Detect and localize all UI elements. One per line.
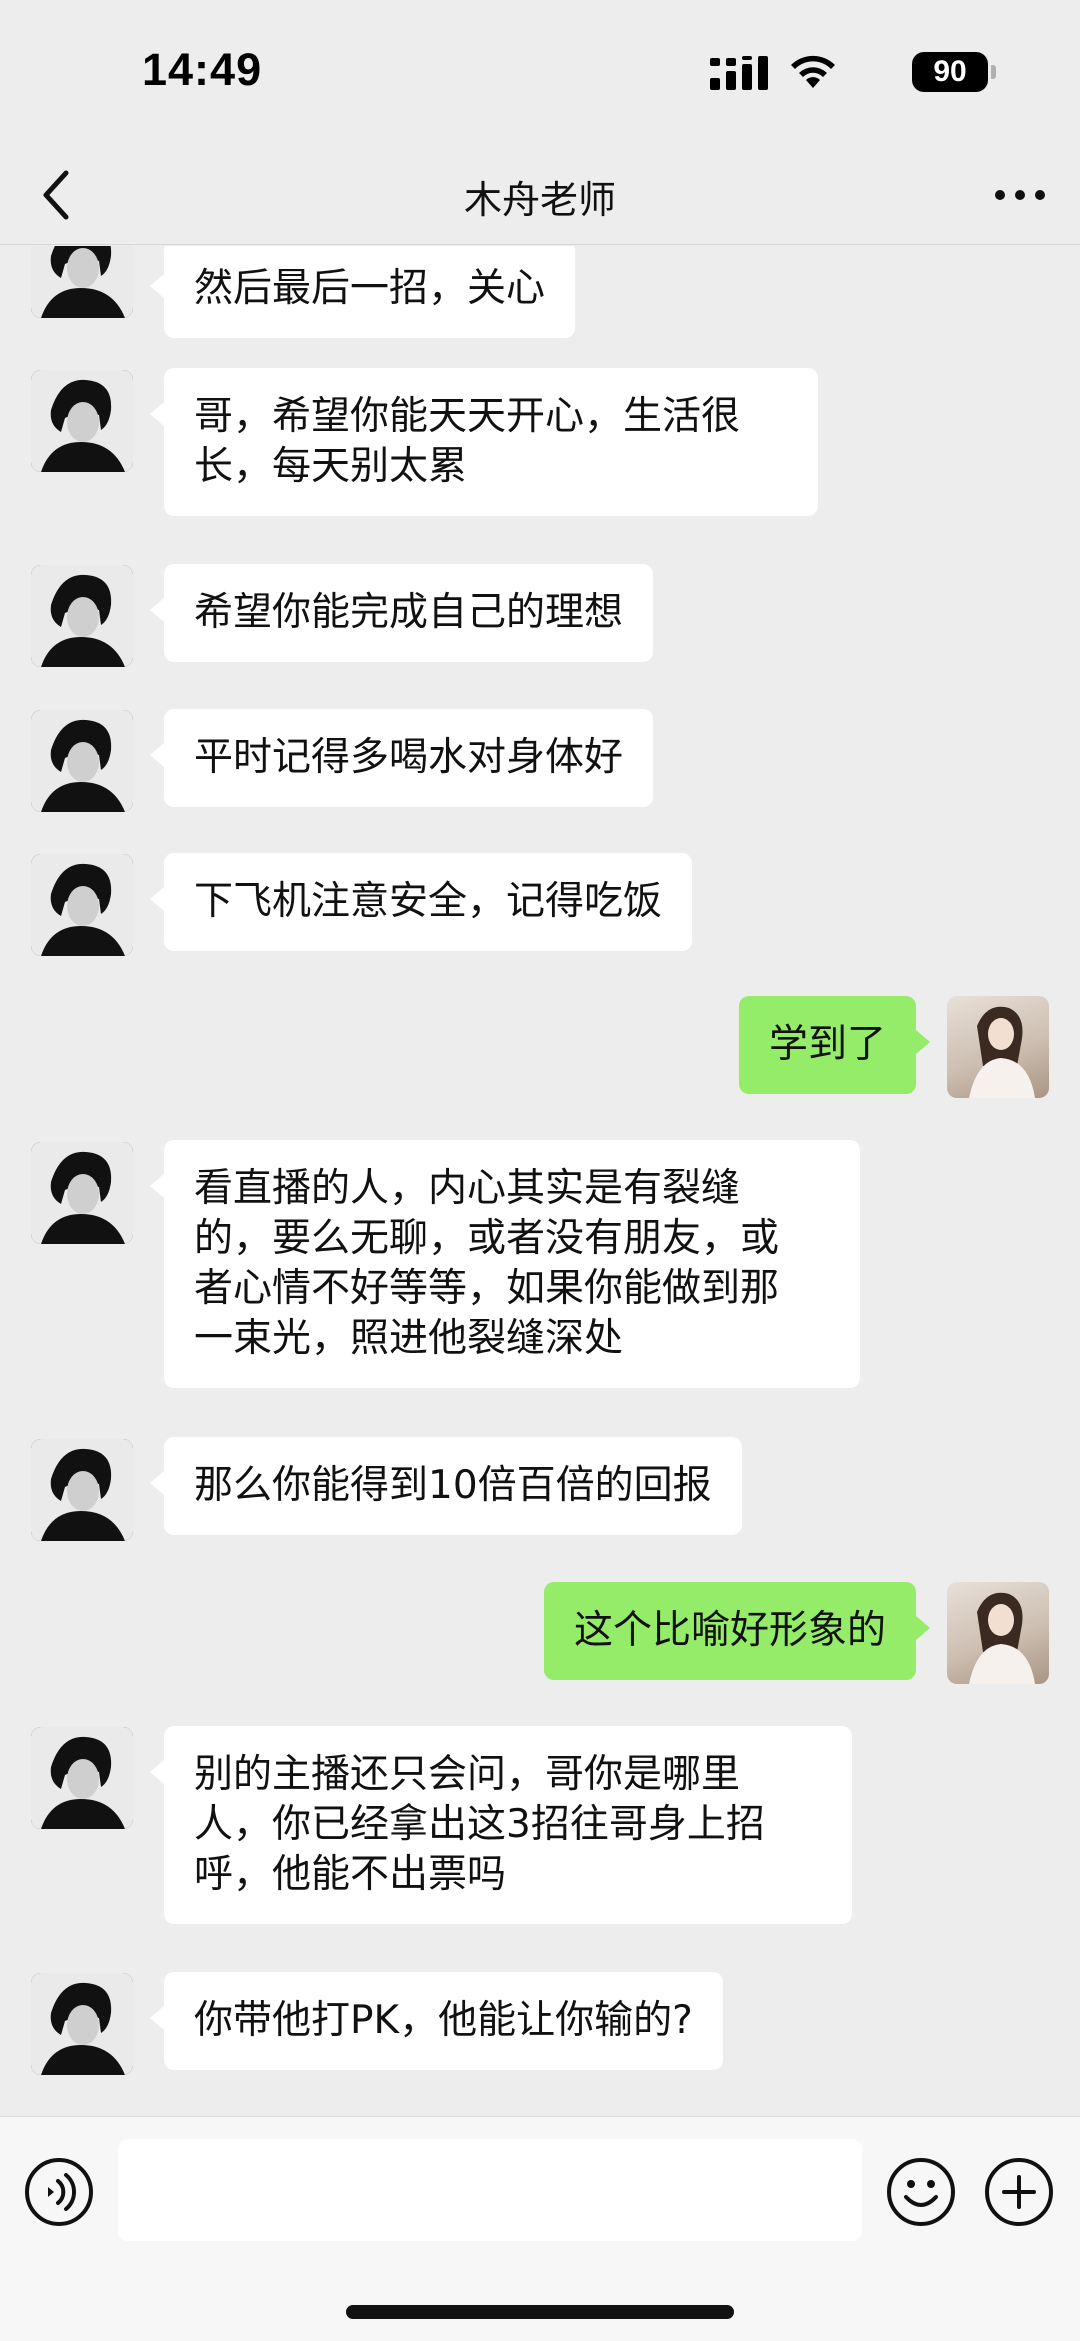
message-bubble-received[interactable]: 希望你能完成自己的理想 bbox=[149, 564, 654, 662]
emoji-icon[interactable] bbox=[886, 2157, 956, 2227]
chat-header: 木舟老师 bbox=[0, 145, 1080, 245]
status-bar: 14:49 90 bbox=[0, 0, 1080, 145]
contact-avatar[interactable] bbox=[31, 710, 133, 812]
contact-avatar[interactable] bbox=[31, 1439, 133, 1541]
person-photo-icon bbox=[31, 854, 133, 956]
message-list[interactable]: 然后最后一招，关心 哥，希望你能天天开心，生活很 长，每天别太累 希望你能完成自… bbox=[0, 246, 1080, 2116]
contact-avatar[interactable] bbox=[31, 1727, 133, 1829]
plus-icon[interactable] bbox=[984, 2157, 1054, 2227]
message-bubble-sent[interactable]: 这个比喻好形象的 bbox=[543, 1582, 931, 1680]
message-bubble-received[interactable]: 看直播的人，内心其实是有裂缝 的，要么无聊，或者没有朋友，或 者心情不好等等，如… bbox=[150, 1140, 860, 1388]
person-photo-icon bbox=[31, 370, 133, 472]
my-avatar[interactable] bbox=[947, 1582, 1049, 1684]
message-bubble-received[interactable]: 平时记得多喝水对身体好 bbox=[149, 709, 654, 807]
contact-avatar[interactable] bbox=[31, 565, 133, 667]
message-bubble-received[interactable]: 然后最后一招，关心 bbox=[149, 246, 576, 338]
contact-avatar[interactable] bbox=[31, 1973, 133, 2075]
more-options-icon[interactable] bbox=[990, 175, 1050, 215]
person-photo-icon bbox=[31, 1973, 133, 2075]
person-photo-icon bbox=[31, 565, 133, 667]
message-bubble-received[interactable]: 下飞机注意安全，记得吃饭 bbox=[149, 853, 693, 951]
contact-avatar[interactable] bbox=[31, 246, 133, 318]
my-avatar[interactable] bbox=[947, 996, 1049, 1098]
person-photo-icon bbox=[31, 1727, 133, 1829]
message-bubble-received[interactable]: 那么你能得到10倍百倍的回报 bbox=[150, 1437, 742, 1535]
wifi-icon bbox=[791, 55, 835, 88]
contact-avatar[interactable] bbox=[31, 854, 133, 956]
battery-level: 90 bbox=[933, 55, 967, 88]
contact-avatar[interactable] bbox=[31, 1142, 133, 1244]
home-indicator[interactable] bbox=[346, 2305, 734, 2319]
status-icons: 90 bbox=[688, 52, 996, 92]
message-bubble-received[interactable]: 你带他打PK，他能让你输的? bbox=[150, 1972, 723, 2070]
chat-title: 木舟老师 bbox=[463, 178, 616, 222]
person-photo-icon bbox=[969, 1592, 1035, 1684]
voice-icon[interactable] bbox=[24, 2157, 94, 2227]
battery-indicator: 90 bbox=[912, 52, 996, 92]
cellular-signal-icon bbox=[710, 56, 768, 90]
person-photo-icon bbox=[31, 1142, 133, 1244]
battery-tip bbox=[991, 65, 996, 79]
person-photo-icon bbox=[31, 710, 133, 812]
person-photo-icon bbox=[969, 1006, 1035, 1098]
input-bar bbox=[0, 2116, 1080, 2341]
person-photo-icon bbox=[31, 1439, 133, 1541]
message-bubble-sent[interactable]: 学到了 bbox=[738, 996, 931, 1094]
contact-avatar[interactable] bbox=[31, 370, 133, 472]
message-input[interactable] bbox=[118, 2139, 862, 2241]
message-bubble-received[interactable]: 哥，希望你能天天开心，生活很 长，每天别太累 bbox=[150, 368, 818, 516]
person-photo-icon bbox=[31, 246, 133, 318]
status-time: 14:49 bbox=[142, 44, 263, 95]
message-bubble-received[interactable]: 别的主播还只会问，哥你是哪里 人，你已经拿出这3招往哥身上招 呼，他能不出票吗 bbox=[150, 1726, 852, 1924]
